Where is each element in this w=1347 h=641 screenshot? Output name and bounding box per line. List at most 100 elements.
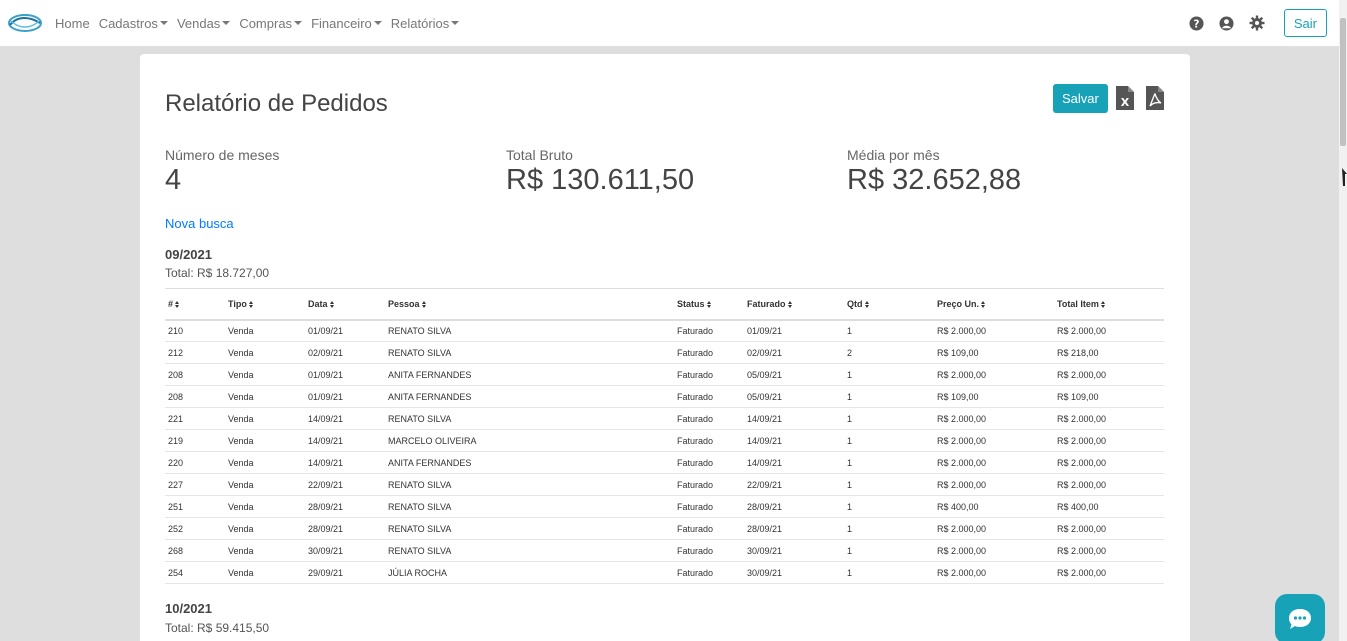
table-cell: Venda	[225, 363, 305, 386]
table-cell: R$ 2.000,00	[934, 539, 1054, 562]
column-header[interactable]: Total Item	[1054, 288, 1164, 321]
table-cell: 1	[844, 539, 934, 562]
settings-icon[interactable]	[1242, 9, 1272, 37]
page-scrollbar[interactable]	[1339, 0, 1347, 641]
svg-text:X: X	[1121, 96, 1130, 109]
table-cell: Faturado	[674, 495, 744, 518]
nav-item-financeiro[interactable]: Financeiro	[311, 16, 382, 31]
table-cell: 208	[165, 363, 225, 386]
nav-item-cadastros[interactable]: Cadastros	[99, 16, 168, 31]
table-cell: 22/09/21	[744, 473, 844, 496]
column-header[interactable]: Preço Un.	[934, 288, 1054, 321]
column-header-label: Qtd	[847, 298, 863, 309]
caret-down-icon	[222, 21, 231, 25]
new-search-link[interactable]: Nova busca	[165, 216, 234, 231]
table-cell: Faturado	[674, 429, 744, 452]
table-cell: 14/09/21	[744, 451, 844, 474]
table-cell: 210	[165, 319, 225, 342]
pdf-file-icon[interactable]	[1145, 85, 1165, 111]
table-row: 251 Venda 28/09/21 RENATO SILVA Faturado 28/0…	[165, 495, 1164, 518]
table-cell: Faturado	[674, 473, 744, 496]
column-header[interactable]: Pessoa	[385, 288, 674, 321]
metric-gross-total: Total Bruto R$ 130.611,50	[506, 147, 694, 197]
table-cell: R$ 2.000,00	[934, 561, 1054, 584]
table-cell: 28/09/21	[744, 517, 844, 540]
table-cell: 227	[165, 473, 225, 496]
table-cell: Venda	[225, 385, 305, 408]
table-cell: Faturado	[674, 561, 744, 584]
chat-bubble-icon	[1289, 609, 1311, 629]
table-cell: 1	[844, 319, 934, 342]
nav-item-label: Compras	[239, 15, 293, 31]
metric-label: Número de meses	[165, 147, 280, 163]
user-icon[interactable]	[1212, 9, 1242, 37]
table-row: 254 Venda 29/09/21 JÚLIA ROCHA Faturado 30/09…	[165, 561, 1164, 584]
metric-monthly-average: Média por mês R$ 32.652,88	[847, 147, 1021, 197]
table-cell: Venda	[225, 539, 305, 562]
table-cell: 220	[165, 451, 225, 474]
table-cell: RENATO SILVA	[385, 341, 674, 364]
page-title: Relatório de Pedidos	[165, 90, 388, 117]
column-header[interactable]: Tipo	[225, 288, 305, 321]
table-cell: Faturado	[674, 363, 744, 386]
sort-icon	[787, 300, 792, 308]
column-header-label: Status	[677, 298, 705, 309]
table-row: 268 Venda 30/09/21 RENATO SILVA Faturado 30/0…	[165, 539, 1164, 562]
table-cell: 251	[165, 495, 225, 518]
table-cell: RENATO SILVA	[385, 539, 674, 562]
chat-button[interactable]	[1275, 594, 1325, 641]
save-button[interactable]: Salvar	[1053, 84, 1108, 113]
table-cell: R$ 2.000,00	[934, 319, 1054, 342]
table-cell: 208	[165, 385, 225, 408]
nav-item-home[interactable]: Home	[55, 16, 90, 31]
column-header-label: #	[168, 298, 174, 309]
column-header[interactable]: #	[165, 288, 225, 321]
column-header[interactable]: Qtd	[844, 288, 934, 321]
nav-item-vendas[interactable]: Vendas	[177, 16, 231, 31]
nav-item-relatorios[interactable]: Relatórios	[391, 16, 460, 31]
sort-icon	[864, 300, 869, 308]
excel-file-icon[interactable]: X	[1115, 85, 1135, 111]
scrollbar-thumb[interactable]	[1340, 18, 1346, 146]
table-cell: Venda	[225, 319, 305, 342]
table-cell: Faturado	[674, 319, 744, 342]
table-cell: 28/09/21	[744, 495, 844, 518]
table-cell: 1	[844, 473, 934, 496]
column-header[interactable]: Data	[305, 288, 385, 321]
column-header[interactable]: Faturado	[744, 288, 844, 321]
table-cell: 221	[165, 407, 225, 430]
table-row: 212 Venda 02/09/21 RENATO SILVA Faturado 02/0…	[165, 341, 1164, 364]
table-cell: 14/09/21	[305, 407, 385, 430]
nav-item-compras[interactable]: Compras	[239, 15, 303, 31]
orders-table: # Tipo Data Pessoa Status Faturado Qtd Preço Un…	[165, 288, 1164, 584]
main-menu: Home Cadastros Vendas Compras Financeiro Rela…	[55, 16, 468, 31]
table-cell: RENATO SILVA	[385, 319, 674, 342]
column-header-label: Preço Un.	[937, 298, 980, 309]
table-row: 208 Venda 01/09/21 ANITA FERNANDES Faturado 0…	[165, 385, 1164, 408]
logo-icon[interactable]	[7, 11, 45, 35]
table-cell: 14/09/21	[305, 429, 385, 452]
table-cell: 30/09/21	[305, 539, 385, 562]
metric-label: Média por mês	[847, 147, 940, 163]
table-cell: Venda	[225, 429, 305, 452]
table-row: 220 Venda 14/09/21 ANITA FERNANDES Faturado 1…	[165, 451, 1164, 474]
table-cell: R$ 109,00	[934, 385, 1054, 408]
table-cell: R$ 2.000,00	[934, 517, 1054, 540]
logout-button[interactable]: Sair	[1283, 9, 1327, 37]
column-header[interactable]: Status	[674, 288, 744, 321]
help-icon[interactable]: ?	[1182, 9, 1212, 37]
table-cell: RENATO SILVA	[385, 517, 674, 540]
table-cell: Faturado	[674, 341, 744, 364]
column-header-label: Pessoa	[388, 298, 420, 309]
table-cell: Venda	[225, 451, 305, 474]
table-cell: Venda	[225, 495, 305, 518]
table-cell: 30/09/21	[744, 561, 844, 584]
month-title: 10/2021	[165, 601, 212, 616]
column-header-label: Faturado	[747, 298, 786, 309]
report-card: Relatório de Pedidos Salvar X Número de …	[140, 54, 1190, 641]
table-cell: 28/09/21	[305, 495, 385, 518]
table-cell: 22/09/21	[305, 473, 385, 496]
table-cell: R$ 2.000,00	[934, 407, 1054, 430]
table-cell: R$ 2.000,00	[934, 473, 1054, 496]
table-cell: R$ 2.000,00	[1054, 363, 1164, 386]
